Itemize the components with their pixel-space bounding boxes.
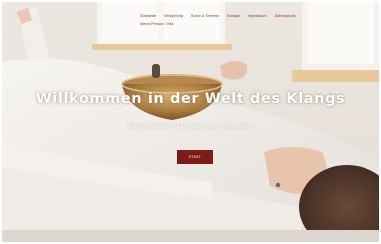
hero-subtitle: Klangschalen-Massage und Meditation <box>127 123 254 130</box>
nav-item-kontakt[interactable]: Kontakt <box>227 14 240 18</box>
main-navigation: Startseite Wirkprinzip Kurse & Termine K… <box>140 14 340 26</box>
nav-item-datenschutz[interactable]: Datenschutz <box>275 14 296 18</box>
nav-item-meine-person[interactable]: Meine Person / Vita <box>140 22 173 26</box>
hero-background-photo <box>2 2 379 242</box>
nav-item-wirkprinzip[interactable]: Wirkprinzip <box>164 14 183 18</box>
start-button[interactable]: START <box>177 150 213 164</box>
nav-row-primary: Startseite Wirkprinzip Kurse & Termine K… <box>140 14 340 18</box>
hero-title: Willkommen in der Welt des Klangs <box>35 91 346 107</box>
hero-section: Startseite Wirkprinzip Kurse & Termine K… <box>2 2 379 242</box>
nav-item-kurse-termine[interactable]: Kurse & Termine <box>191 14 219 18</box>
nav-item-startseite[interactable]: Startseite <box>140 14 156 18</box>
nav-item-impressum[interactable]: Impressum <box>248 14 267 18</box>
nav-row-secondary: Meine Person / Vita <box>140 22 340 26</box>
